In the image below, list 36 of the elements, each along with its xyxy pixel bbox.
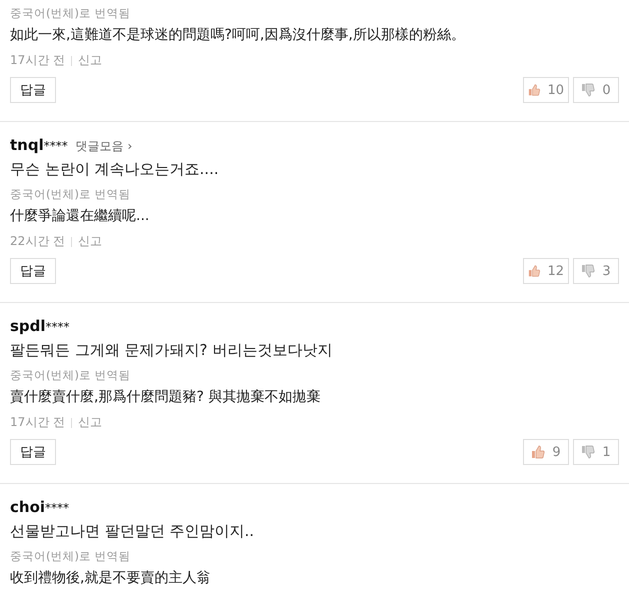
like-button[interactable]: 12: [523, 258, 569, 284]
like-button[interactable]: 9: [523, 439, 569, 465]
author-name: choi****: [10, 498, 70, 516]
dislike-button[interactable]: 1: [573, 439, 619, 465]
reply-button[interactable]: 답글: [10, 77, 56, 103]
comment-text: 선물받고나면 팔던말던 주인맘이지..: [10, 522, 256, 541]
comment-text: 팔든뭐든 그게왜 문제가돼지? 버리는것보다낫지: [10, 341, 334, 360]
timestamp: 17시간 전: [10, 414, 66, 431]
translated-text: 如此一來,這難道不是球迷的問題嗎?呵呵,因爲沒什麼事,所以那樣的粉絲。: [10, 26, 466, 44]
report-link[interactable]: 신고: [78, 414, 102, 431]
reply-button[interactable]: 답글: [10, 258, 56, 284]
timestamp: 17시간 전: [10, 52, 66, 69]
reply-button[interactable]: 답글: [10, 439, 56, 465]
thumbs-down-icon: [581, 445, 596, 459]
thumbs-up-icon: [528, 264, 540, 278]
thumbs-down-icon: [581, 83, 596, 97]
translation-label: 중국어(번체)로 번역됨: [10, 368, 132, 383]
translation-label: 중국어(번체)로 번역됨: [10, 6, 132, 21]
translation-label: 중국어(번체)로 번역됨: [10, 549, 132, 564]
report-link[interactable]: 신고: [78, 52, 102, 69]
comment-text: 무슨 논란이 계속나오는거죠....: [10, 160, 220, 179]
translated-text: 什麼爭論還在繼續呢...: [10, 207, 150, 225]
report-link[interactable]: 신고: [78, 233, 102, 250]
author-name: tnql****: [10, 136, 68, 154]
comments-link[interactable]: 댓글모음 ›: [76, 138, 132, 155]
dislike-button[interactable]: 0: [573, 77, 619, 103]
thumbs-down-icon: [581, 264, 596, 278]
timestamp: 22시간 전: [10, 233, 66, 250]
translated-text: 賣什麼賣什麼,那爲什麼問題豬? 與其拋棄不如拋棄: [10, 388, 322, 406]
author-name: spdl****: [10, 317, 70, 335]
thumbs-up-icon: [528, 83, 540, 97]
like-button[interactable]: 10: [523, 77, 569, 103]
dislike-button[interactable]: 3: [573, 258, 619, 284]
thumbs-up-icon: [531, 445, 546, 459]
translated-text: 收到禮物後,就是不要賣的主人翁: [10, 569, 212, 587]
translation-label: 중국어(번체)로 번역됨: [10, 187, 132, 202]
